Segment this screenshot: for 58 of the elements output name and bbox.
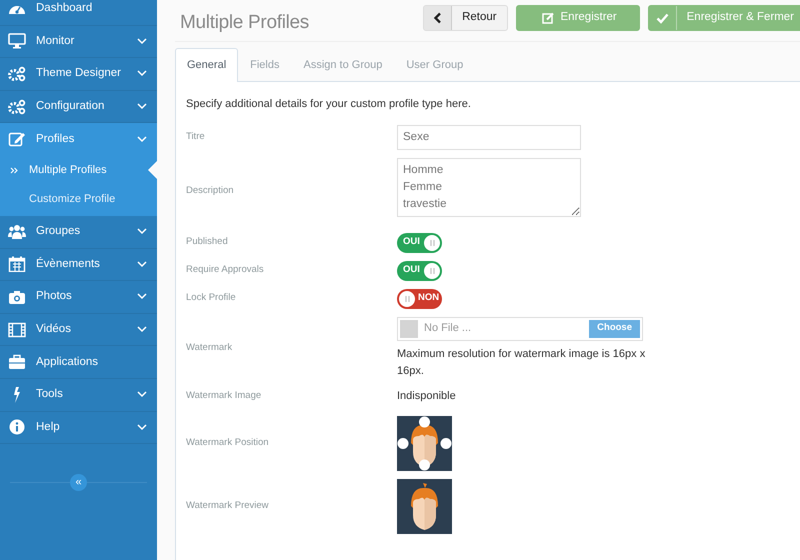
sidebar-item[interactable]: Theme Designer bbox=[0, 58, 157, 91]
gears-icon bbox=[8, 98, 26, 115]
text-input[interactable]: Sexe bbox=[397, 124, 581, 150]
grip-icon bbox=[404, 296, 410, 302]
save-close-button[interactable]: Enregistrer & Fermer bbox=[648, 5, 800, 31]
sidebar-item[interactable]: Groupes bbox=[0, 216, 157, 249]
chevron-left-icon bbox=[424, 6, 452, 30]
choose-button[interactable]: Choose bbox=[589, 320, 640, 338]
gears-icon bbox=[8, 66, 26, 82]
sidebar-item[interactable]: Monitor bbox=[0, 26, 157, 58]
toggle-switch[interactable]: OUI bbox=[397, 260, 442, 280]
tab[interactable]: Assign to Group bbox=[291, 48, 394, 82]
monitor-icon bbox=[8, 33, 26, 50]
edit-icon bbox=[8, 131, 26, 148]
intro-text: Specify additional details for your custom profile type here. bbox=[186, 96, 472, 112]
submenu-item[interactable]: Multiple Profiles bbox=[0, 156, 157, 185]
help-text: Maximum resolution for watermark image is 16px x 16px. bbox=[397, 346, 646, 378]
avatar-preview-drawing bbox=[397, 479, 452, 534]
collapse-sidebar-button[interactable]: « bbox=[70, 474, 87, 492]
sidebar-item[interactable]: Vidéos bbox=[0, 314, 157, 346]
file-input[interactable]: No File ... Choose bbox=[397, 316, 643, 340]
sidebar-item[interactable]: Évènements bbox=[0, 248, 157, 282]
sidebar-item[interactable]: Applications bbox=[0, 346, 157, 379]
field-label: Watermark Preview bbox=[186, 499, 270, 514]
info-icon bbox=[8, 419, 26, 436]
field-label: Watermark Image bbox=[186, 388, 262, 403]
film-icon bbox=[8, 322, 26, 338]
tab[interactable]: User Group bbox=[394, 48, 476, 82]
camera-icon bbox=[8, 288, 26, 305]
field-value: Indisponible bbox=[397, 388, 456, 404]
sidebar-item[interactable]: Profiles bbox=[0, 123, 157, 156]
save-button[interactable]: Enregistrer bbox=[516, 5, 640, 31]
field-label: Published bbox=[186, 235, 229, 250]
users-icon bbox=[8, 224, 26, 240]
toggle-switch[interactable]: OUI bbox=[397, 232, 442, 252]
tab[interactable]: General bbox=[175, 48, 238, 82]
toggle-switch[interactable]: NON bbox=[397, 288, 442, 308]
sidebar-item[interactable]: Photos bbox=[0, 281, 157, 314]
page-title: Multiple Profiles bbox=[180, 12, 310, 35]
field-label: Description bbox=[186, 184, 235, 198]
tab[interactable]: Fields bbox=[238, 48, 292, 82]
field-label: Watermark Position bbox=[186, 436, 270, 450]
grip-icon bbox=[430, 240, 434, 246]
grip-icon bbox=[430, 268, 434, 274]
file-thumbnail bbox=[400, 320, 418, 338]
field-label: Lock Profile bbox=[186, 291, 237, 306]
field-label: Titre bbox=[186, 130, 206, 144]
field-label: Watermark bbox=[186, 340, 234, 355]
calendar-icon bbox=[8, 256, 26, 272]
briefcase-icon bbox=[8, 354, 26, 370]
sidebar-item[interactable]: Dashboard bbox=[0, 0, 157, 26]
field-label: Require Approvals bbox=[186, 263, 265, 278]
submenu-item[interactable]: Customize Profile bbox=[0, 184, 157, 214]
description-textarea[interactable]: Homme Femme travestie bbox=[397, 158, 581, 216]
position-picker-drawing[interactable] bbox=[397, 416, 452, 471]
sidebar-item[interactable]: Help bbox=[0, 412, 157, 444]
back-button[interactable]: Retour bbox=[423, 5, 508, 31]
sidebar-item[interactable]: Tools bbox=[0, 378, 157, 412]
